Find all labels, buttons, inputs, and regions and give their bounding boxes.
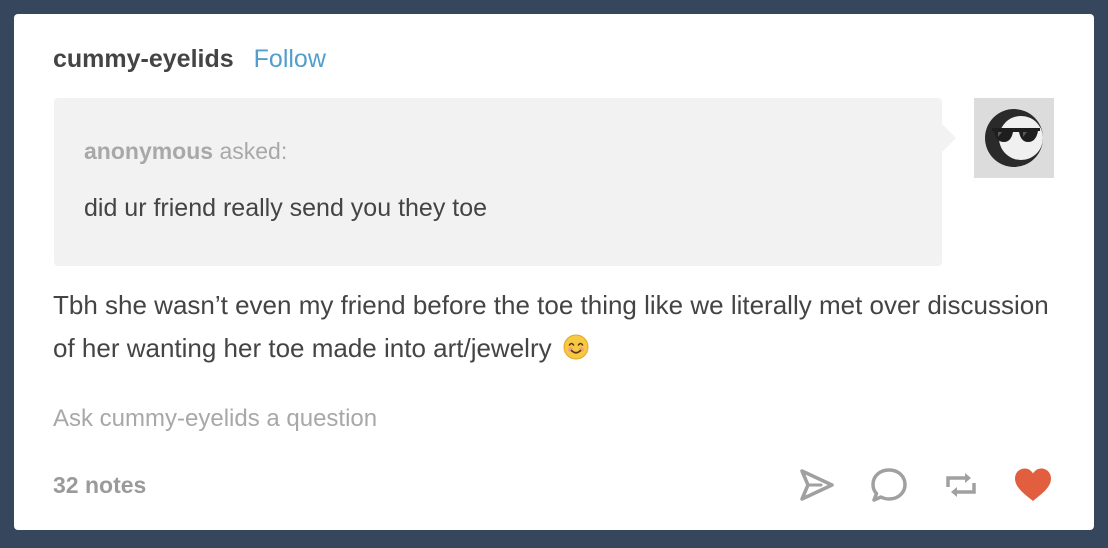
ask-question: did ur friend really send you they toe bbox=[84, 194, 488, 222]
reply-button[interactable] bbox=[868, 464, 910, 506]
asked-label: asked: bbox=[219, 138, 288, 164]
post-card: cummy-eyelids Follow anonymous asked: di… bbox=[14, 14, 1094, 530]
asker-avatar[interactable] bbox=[974, 98, 1054, 178]
post-actions bbox=[796, 464, 1054, 506]
answer-body: Tbh she wasn’t even my friend before the… bbox=[53, 290, 1049, 363]
asker-name: anonymous bbox=[84, 138, 214, 164]
share-arrow-icon bbox=[800, 469, 834, 501]
asker-line: anonymous asked: bbox=[84, 137, 287, 165]
notes-count[interactable]: 32 notes bbox=[53, 470, 146, 500]
reply-bubble-icon bbox=[871, 468, 907, 502]
follow-button[interactable]: Follow bbox=[254, 44, 326, 74]
reblog-icon bbox=[946, 473, 976, 497]
share-button[interactable] bbox=[796, 464, 838, 506]
ask-bubble: anonymous asked: did ur friend really se… bbox=[54, 98, 956, 266]
heart-icon bbox=[1015, 468, 1051, 501]
blog-username[interactable]: cummy-eyelids bbox=[53, 44, 234, 74]
smiling-face-emoji-icon bbox=[563, 330, 589, 373]
ask-question-link[interactable]: Ask cummy-eyelids a question bbox=[53, 404, 377, 434]
post-header: cummy-eyelids Follow bbox=[53, 44, 326, 74]
sunglasses-avatar-icon bbox=[985, 109, 1043, 167]
answer-text: Tbh she wasn’t even my friend before the… bbox=[53, 284, 1063, 373]
like-button[interactable] bbox=[1012, 464, 1054, 506]
reblog-button[interactable] bbox=[940, 464, 982, 506]
